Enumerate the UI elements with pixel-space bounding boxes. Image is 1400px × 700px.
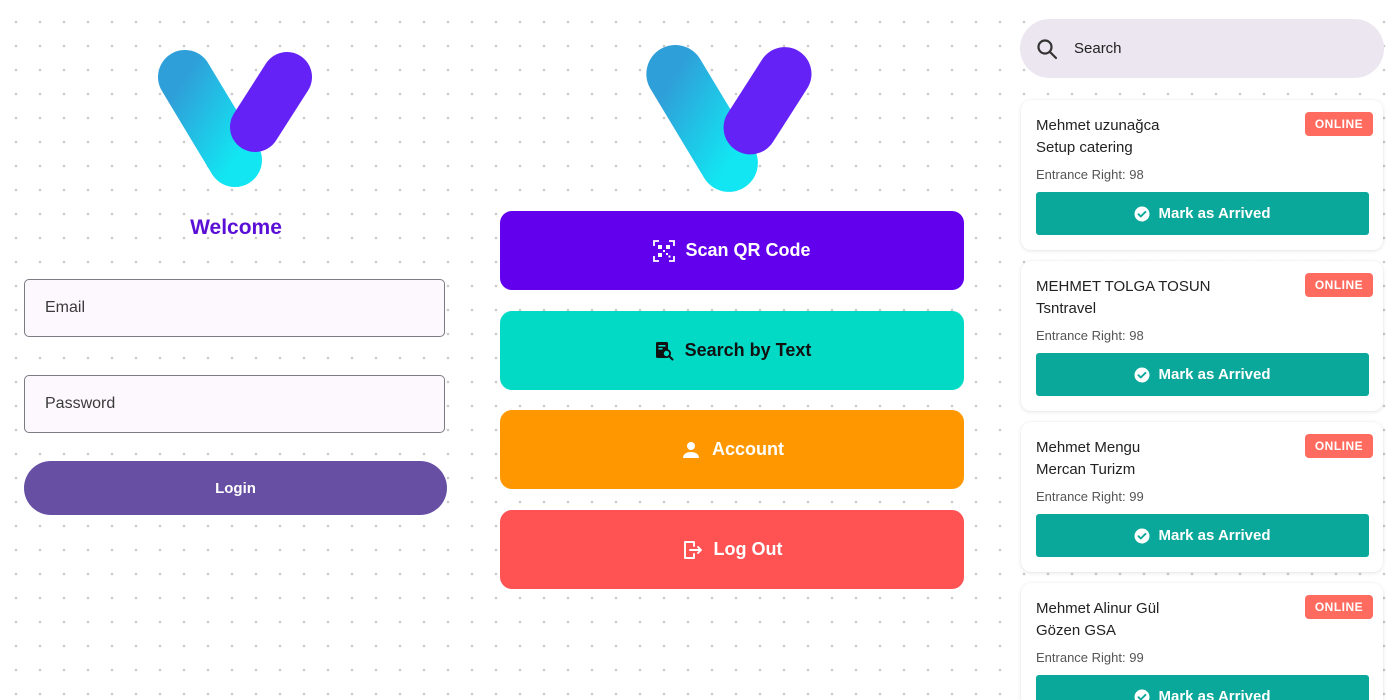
password-input[interactable] [43, 394, 444, 414]
search-document-icon [653, 340, 675, 362]
attendee-name: Mehmet uzunağca [1036, 117, 1160, 134]
attendee-company: Mercan Turizm [1036, 461, 1136, 478]
mark-arrived-button[interactable]: Mark as Arrived [1036, 675, 1369, 700]
scan-qr-label: Scan QR Code [685, 240, 811, 260]
check-circle-icon [1134, 528, 1150, 544]
account-button[interactable]: Account [500, 410, 964, 489]
status-badge: ONLINE [1305, 434, 1373, 458]
logout-label: Log Out [713, 539, 783, 559]
search-by-text-label: Search by Text [684, 340, 812, 360]
mark-arrived-button[interactable]: Mark as Arrived [1036, 192, 1369, 235]
welcome-title: Welcome [190, 216, 282, 239]
logout-icon [682, 539, 704, 561]
attendee-card: MEHMET TOLGA TOSUN Tsntravel Entrance Ri… [1021, 261, 1383, 411]
mark-arrived-button[interactable]: Mark as Arrived [1036, 514, 1369, 557]
person-icon [680, 439, 702, 461]
search-icon [1036, 38, 1058, 60]
email-field[interactable] [24, 279, 445, 337]
attendee-name: Mehmet Alinur Gül [1036, 600, 1160, 617]
logo-v-icon [158, 50, 312, 187]
mark-arrived-label: Mark as Arrived [1158, 205, 1271, 222]
attendee-name: MEHMET TOLGA TOSUN [1036, 278, 1211, 295]
entrance-right: Entrance Right: 98 [1036, 328, 1144, 343]
attendee-company: Tsntravel [1036, 300, 1097, 317]
entrance-right: Entrance Right: 98 [1036, 167, 1144, 182]
mark-arrived-label: Mark as Arrived [1158, 366, 1271, 383]
attendee-company: Gözen GSA [1036, 622, 1117, 639]
attendee-company: Setup catering [1036, 139, 1133, 156]
app-logo-menu [645, 45, 815, 193]
logo-v-icon [646, 45, 812, 192]
entrance-right: Entrance Right: 99 [1036, 650, 1144, 665]
status-badge: ONLINE [1305, 112, 1373, 136]
search-bar[interactable] [1020, 19, 1384, 78]
logout-button[interactable]: Log Out [500, 510, 964, 589]
entrance-right: Entrance Right: 99 [1036, 489, 1144, 504]
attendee-name: Mehmet Mengu [1036, 439, 1141, 456]
status-badge: ONLINE [1305, 273, 1373, 297]
attendee-card: Mehmet Alinur Gül Gözen GSA Entrance Rig… [1021, 583, 1383, 700]
attendee-card: Mehmet uzunağca Setup catering Entrance … [1021, 100, 1383, 250]
mark-arrived-label: Mark as Arrived [1158, 688, 1271, 700]
mark-arrived-button[interactable]: Mark as Arrived [1036, 353, 1369, 396]
mark-arrived-label: Mark as Arrived [1158, 527, 1271, 544]
check-circle-icon [1134, 367, 1150, 383]
check-circle-icon [1134, 206, 1150, 222]
account-label: Account [712, 439, 784, 459]
check-circle-icon [1134, 689, 1150, 700]
login-button[interactable]: Login [24, 461, 447, 515]
qr-code-icon [653, 239, 676, 262]
search-by-text-button[interactable]: Search by Text [500, 311, 964, 390]
app-logo [158, 50, 314, 188]
status-badge: ONLINE [1305, 595, 1373, 619]
password-field[interactable] [24, 375, 445, 433]
scan-qr-button[interactable]: Scan QR Code [500, 211, 964, 290]
search-input[interactable] [1072, 39, 1336, 58]
attendee-card: Mehmet Mengu Mercan Turizm Entrance Righ… [1021, 422, 1383, 572]
email-input[interactable] [43, 298, 444, 318]
